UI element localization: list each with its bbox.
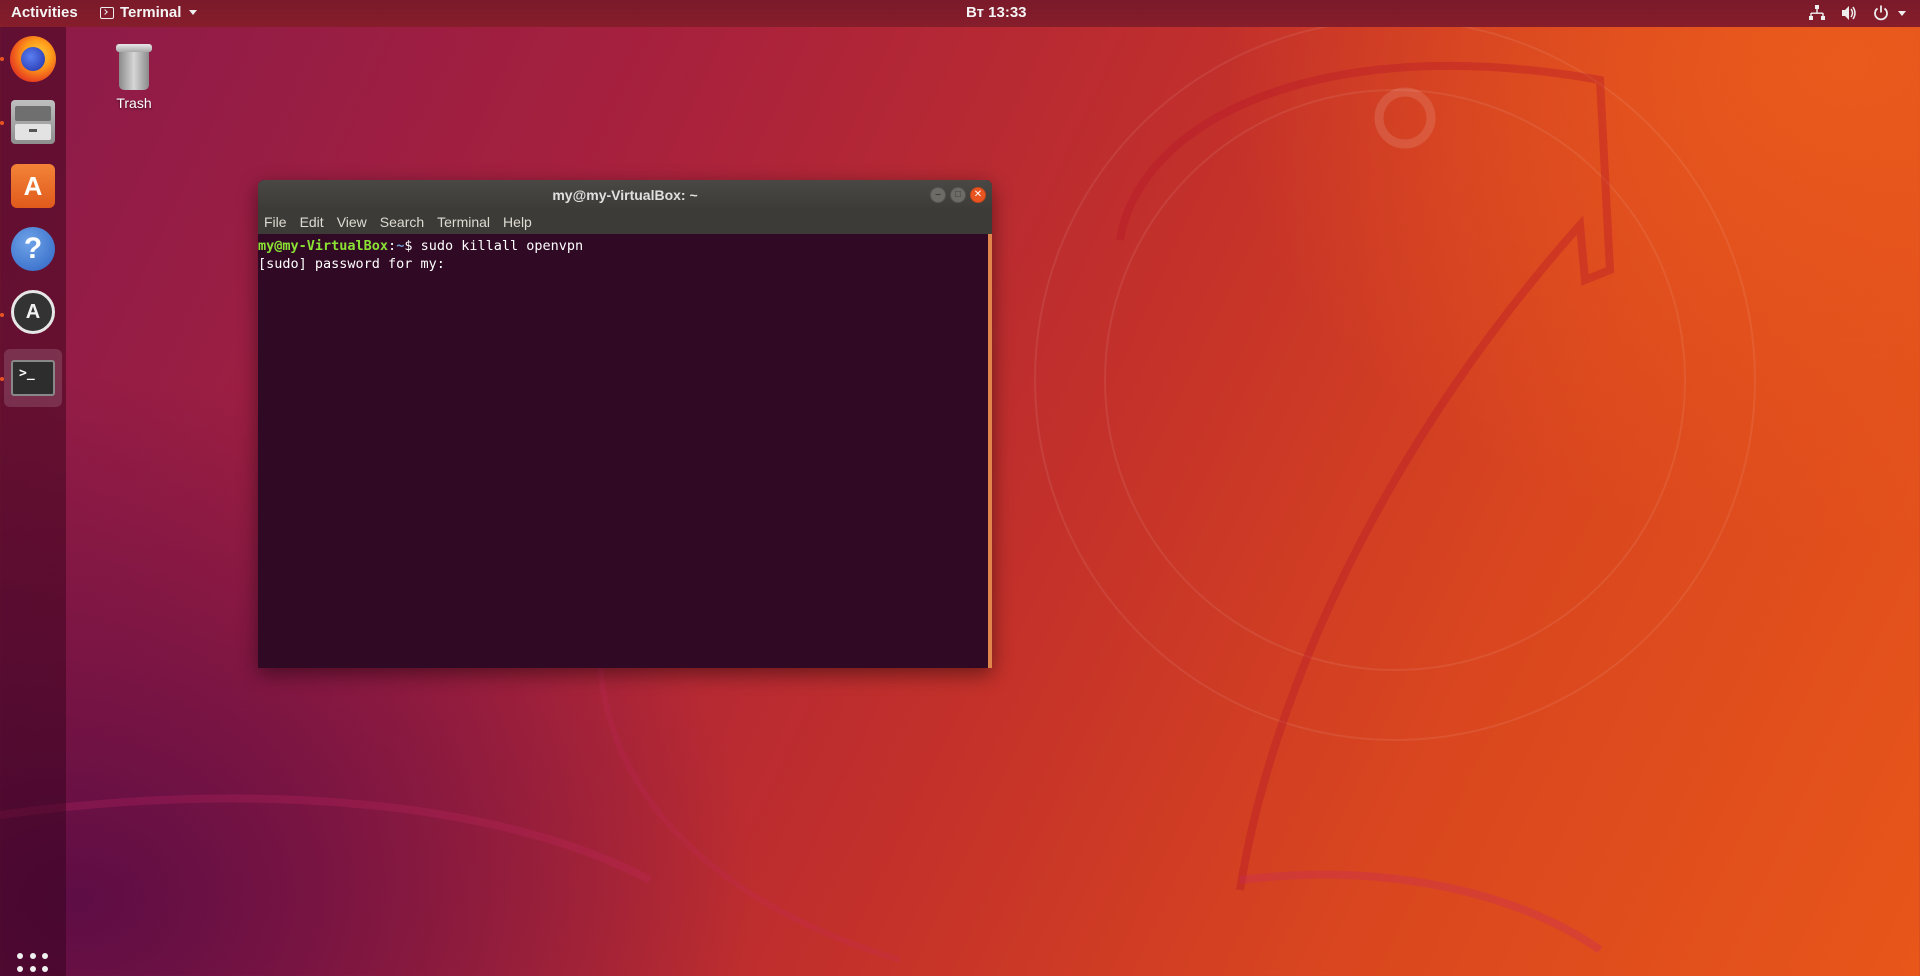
show-applications-button[interactable] [17,953,49,976]
firefox-icon [10,36,56,82]
window-title-bar[interactable]: my@my-VirtualBox: ~ – □ ✕ [258,180,992,210]
chevron-down-icon [1898,10,1906,16]
software-icon: A [11,164,55,208]
dock-item-software-updater[interactable]: A [4,283,62,341]
dock-item-ubuntu-software[interactable]: A [4,157,62,215]
terminal-small-icon [100,6,114,19]
trash-icon [115,44,153,92]
app-menu-label: Terminal [120,4,182,21]
power-icon [1872,4,1890,22]
menu-file[interactable]: File [264,214,287,230]
network-icon [1808,4,1826,22]
sudo-password-prompt: [sudo] password for my: [258,256,454,272]
updater-icon: A [11,290,55,334]
dock-item-files[interactable] [4,93,62,151]
dock-item-help[interactable]: ? [4,220,62,278]
window-controls: – □ ✕ [930,187,986,203]
minimize-button[interactable]: – [930,187,946,203]
clock[interactable]: Вт 13:33 [966,4,1027,21]
menu-help[interactable]: Help [503,214,532,230]
menu-view[interactable]: View [337,214,367,230]
menu-search[interactable]: Search [380,214,424,230]
window-title: my@my-VirtualBox: ~ [552,187,698,203]
activities-button[interactable]: Activities [11,4,78,21]
app-menu[interactable]: Terminal [100,4,198,21]
terminal-line: [sudo] password for my: [258,255,992,273]
dock: A ? A >_ [0,27,66,976]
terminal-command: sudo killall openvpn [420,238,584,254]
files-icon [11,100,55,144]
terminal-window: my@my-VirtualBox: ~ – □ ✕ File Edit View… [258,180,992,668]
menu-edit[interactable]: Edit [300,214,324,230]
dock-item-firefox[interactable] [4,30,62,88]
terminal-line: my@my-VirtualBox:~$ sudo killall openvpn [258,238,584,254]
dock-item-terminal[interactable]: >_ [4,349,62,407]
desktop-trash[interactable]: Trash [105,44,163,111]
prompt-user: my@my-VirtualBox [258,238,389,254]
terminal-output[interactable]: my@my-VirtualBox:~$ sudo killall openvpn… [258,234,992,668]
menu-terminal[interactable]: Terminal [437,214,490,230]
top-bar: Activities Terminal Вт 13:33 [0,0,1920,27]
terminal-scrollbar[interactable] [988,234,992,668]
trash-label: Trash [116,95,152,111]
menu-bar: File Edit View Search Terminal Help [258,210,992,234]
help-icon: ? [11,227,55,271]
close-button[interactable]: ✕ [970,187,986,203]
system-tray[interactable] [1808,4,1906,22]
volume-icon [1840,4,1858,22]
chevron-down-icon [189,10,198,15]
maximize-button[interactable]: □ [950,187,966,203]
terminal-icon: >_ [11,360,55,396]
